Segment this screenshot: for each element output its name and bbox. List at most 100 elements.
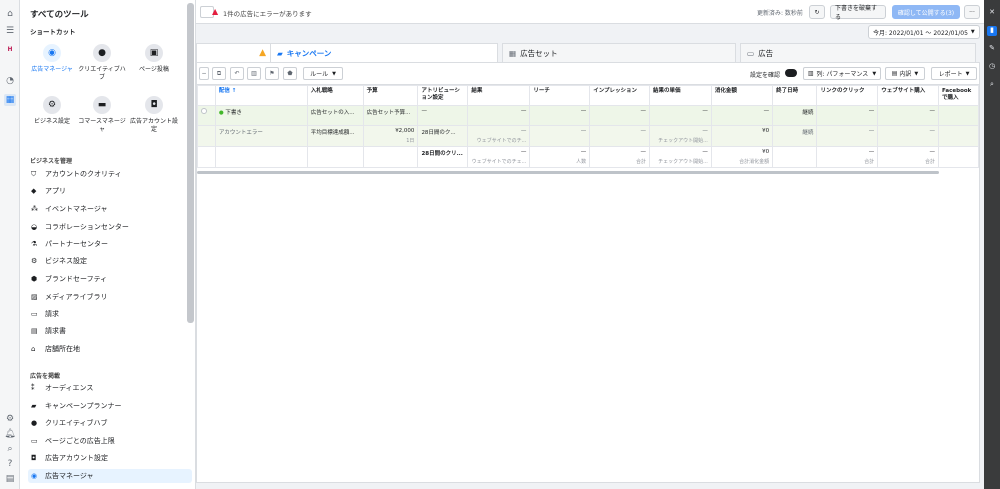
- shield-icon: ⬢: [31, 275, 38, 283]
- delete-icon[interactable]: ▥: [247, 67, 261, 80]
- menu-item-collaboration-center[interactable]: ◒ コラボレーションセンター: [28, 220, 192, 234]
- shortcut-ads-manager[interactable]: ◉ 広告マネージャ: [28, 44, 76, 74]
- shortcut-creative-hub[interactable]: ● クリエイティブハブ: [78, 44, 126, 82]
- column-header[interactable]: 終了日時: [772, 85, 818, 106]
- menu-item-label: パートナーセンター: [45, 240, 108, 248]
- column-header[interactable]: 結果の単価: [649, 85, 712, 106]
- shortcut-page-posts[interactable]: ▣ ページ投稿: [130, 44, 178, 74]
- cell-text: ¥2,000: [395, 128, 415, 134]
- rules-label: ルール: [310, 71, 329, 78]
- select-all-header[interactable]: [197, 85, 216, 106]
- pencil-icon[interactable]: ✎: [987, 44, 997, 54]
- home-icon[interactable]: ⌂: [4, 8, 16, 20]
- table-row[interactable]: ● 下書き 広告セットの入... 広告セット予算... — — — — — — …: [197, 105, 979, 126]
- table-cell: [938, 125, 979, 147]
- page-bottom-scrollbar[interactable]: [196, 483, 980, 489]
- search-icon[interactable]: ⌕: [987, 80, 997, 90]
- error-message[interactable]: 1件の広告にエラーがあります: [223, 8, 312, 18]
- shortcut-commerce-manager[interactable]: ▬ コマースマネージャ: [78, 96, 126, 134]
- date-range-picker[interactable]: 今月: 2022/01/01 ～ 2022/01/05 ▼: [868, 25, 980, 39]
- tab-ad-sets[interactable]: ▦ 広告セット: [502, 43, 736, 62]
- business-logo-icon[interactable]: H: [4, 43, 16, 55]
- menu-item-billing[interactable]: ▭ 請求: [28, 307, 192, 321]
- column-header[interactable]: ウェブサイト購入: [877, 85, 939, 106]
- help-icon[interactable]: ?: [4, 458, 16, 470]
- menu-item-page-ad-limit[interactable]: ▭ ページごとの広告上限: [28, 434, 192, 448]
- row-checkbox[interactable]: [197, 105, 216, 126]
- menu-item-business-settings[interactable]: ⚙ ビジネス設定: [28, 254, 192, 268]
- menu-item-ads-manager[interactable]: ◉ 広告マネージャ: [28, 469, 192, 483]
- column-header[interactable]: 結果: [467, 85, 531, 106]
- table-header-row: 配信 ↑ 入札戦略 予算 アトリビューション設定 結果 リーチ インプレッション…: [197, 85, 979, 106]
- menu-item-label: 請求: [45, 310, 59, 318]
- table-cell: —: [816, 125, 879, 147]
- edit-icon[interactable]: −: [199, 67, 209, 80]
- level-tabs: ▲ ▰ キャンペーン ▦ 広告セット ▭ 広告: [196, 43, 976, 62]
- report-icon[interactable]: ▤: [4, 473, 16, 485]
- grid-table-icon[interactable]: ▦: [4, 94, 16, 106]
- column-header[interactable]: 消化金額: [710, 85, 774, 106]
- refresh-button[interactable]: ↻: [809, 5, 825, 19]
- chevron-down-icon: ▼: [332, 70, 336, 77]
- ad-account-icon: ◘: [31, 454, 37, 462]
- date-range-label: 今月: 2022/01/01 ～ 2022/01/05: [873, 29, 968, 37]
- tab-spacer: ▲: [196, 43, 270, 62]
- menu-item-campaign-planner[interactable]: ▰ キャンペーンプランナー: [28, 399, 192, 413]
- more-options-button[interactable]: ···: [964, 5, 980, 19]
- menu-item-label: 請求書: [45, 327, 66, 335]
- column-header[interactable]: リーチ: [529, 85, 591, 106]
- column-header[interactable]: 入札戦略: [306, 85, 364, 106]
- tab-campaigns[interactable]: ▰ キャンペーン: [270, 43, 498, 62]
- cell-subtext: 合計: [864, 159, 875, 165]
- menu-item-account-quality[interactable]: ⛉ アカウントのクオリティ: [28, 167, 192, 181]
- rules-dropdown[interactable]: ルール ▼: [303, 67, 343, 80]
- column-header[interactable]: 配信 ↑: [214, 85, 308, 106]
- menu-item-label: 広告アカウント設定: [45, 454, 108, 462]
- search-icon[interactable]: ⌕: [4, 443, 16, 455]
- table-horizontal-scrollbar[interactable]: [197, 171, 939, 174]
- menu-item-audiences[interactable]: ⁑ オーディエンス: [28, 381, 192, 395]
- cell-subtext: チェックアウト開始...: [658, 159, 708, 165]
- column-header[interactable]: 予算: [362, 85, 419, 106]
- menu-item-media-library[interactable]: ▨ メディアライブラリ: [28, 290, 192, 304]
- menu-item-ad-account-settings[interactable]: ◘ 広告アカウント設定: [28, 451, 192, 465]
- settings-icon[interactable]: ⚙: [4, 413, 16, 425]
- reports-label: レポート: [938, 71, 963, 78]
- columns-dropdown[interactable]: ▥ 列: パフォーマンス ▼: [803, 67, 881, 80]
- tools-scrollbar[interactable]: [187, 3, 194, 323]
- row-checkbox[interactable]: [197, 125, 216, 147]
- discard-draft-button[interactable]: 下書きを破棄する: [830, 5, 886, 21]
- gauge-icon[interactable]: ◔: [4, 75, 16, 87]
- duplicate-icon[interactable]: ⧉: [212, 67, 226, 80]
- column-header[interactable]: Facebookで購入: [938, 85, 979, 106]
- chart-icon[interactable]: ▮: [987, 26, 997, 36]
- table-row[interactable]: アカウントエラー 平均目標達成額... ¥2,000 1日 28日間のク... —…: [197, 125, 979, 147]
- shortcut-business-settings[interactable]: ⚙ ビジネス設定: [28, 96, 76, 126]
- shortcut-ad-account-settings[interactable]: ◘ 広告アカウント設定: [130, 96, 178, 134]
- review-publish-button[interactable]: 確認して公開する(3): [892, 5, 960, 19]
- reports-dropdown[interactable]: レポート ▼: [931, 67, 977, 80]
- tools-title: すべてのツール: [30, 10, 89, 20]
- breakdown-dropdown[interactable]: ▤ 内訳 ▼: [885, 67, 925, 80]
- menu-item-brand-safety[interactable]: ⬢ ブランドセーフティ: [28, 272, 192, 286]
- ab-test-icon[interactable]: ⚑: [265, 67, 279, 80]
- menu-icon[interactable]: ☰: [4, 25, 16, 37]
- review-settings-toggle[interactable]: [785, 69, 797, 77]
- notifications-icon[interactable]: 🔔︎: [4, 428, 16, 440]
- tab-ads[interactable]: ▭ 広告: [740, 43, 976, 62]
- menu-item-events-manager[interactable]: ⁂ イベントマネージャ: [28, 202, 192, 216]
- menu-item-apps[interactable]: ◆ アプリ: [28, 184, 192, 198]
- column-header[interactable]: アトリビューション設定: [417, 85, 469, 106]
- menu-item-invoices[interactable]: ▤ 請求書: [28, 324, 192, 338]
- column-header[interactable]: リンクのクリック: [816, 85, 879, 106]
- close-icon[interactable]: ✕: [987, 8, 997, 18]
- menu-item-store-locations[interactable]: ⌂ 店舗所在地: [28, 342, 192, 356]
- menu-item-creative-hub[interactable]: ● クリエイティブハブ: [28, 416, 192, 430]
- table-cell[interactable]: ● 下書き: [214, 105, 308, 126]
- menu-item-partner-center[interactable]: ⚗ パートナーセンター: [28, 237, 192, 251]
- column-header[interactable]: インプレッション: [589, 85, 650, 106]
- shortcut-label: 広告マネージャ: [31, 66, 73, 73]
- undo-icon[interactable]: ↶: [230, 67, 244, 80]
- tag-icon[interactable]: ⬟: [283, 67, 297, 80]
- clock-icon[interactable]: ◷: [987, 62, 997, 72]
